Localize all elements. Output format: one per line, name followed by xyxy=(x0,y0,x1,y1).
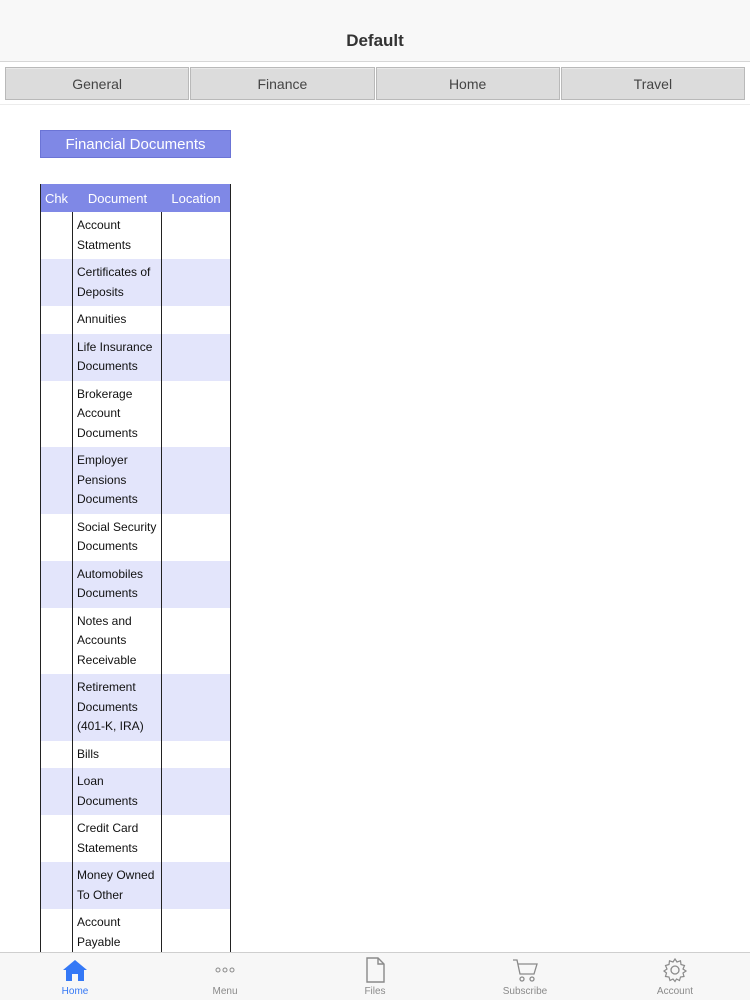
tabbar-menu[interactable]: Menu xyxy=(150,953,300,1000)
table-row: Bills xyxy=(41,740,230,769)
document-cell: Money Owned To Other xyxy=(73,862,162,909)
document-cell: Annuities xyxy=(73,306,162,334)
document-cell: Social Security Documents xyxy=(73,513,162,561)
row-checkbox[interactable] xyxy=(41,674,73,741)
tabbar-account[interactable]: Account xyxy=(600,953,750,1000)
header-location: Location xyxy=(171,190,221,206)
row-checkbox[interactable] xyxy=(41,740,73,768)
navigation-bar: Default xyxy=(0,0,750,62)
header-document: Document xyxy=(87,190,148,206)
document-cell: Life Insurance Documents xyxy=(73,333,162,381)
tab-home[interactable]: Home xyxy=(375,67,560,100)
tab-finance[interactable]: Finance xyxy=(190,67,375,100)
table-row: Life Insurance Documents xyxy=(41,333,230,381)
more-dots-icon xyxy=(211,956,239,984)
location-cell[interactable] xyxy=(162,862,230,909)
documents-table: Chk Document Location Account Statments … xyxy=(40,184,231,952)
location-cell[interactable] xyxy=(162,381,230,448)
location-cell[interactable] xyxy=(162,447,230,514)
table-row: Certificates of Deposits xyxy=(41,259,230,306)
table-row: Money Owned To Other xyxy=(41,862,230,909)
cart-icon xyxy=(511,956,539,984)
document-cell: Notes and Accounts Receivable xyxy=(73,607,162,674)
tabbar-home[interactable]: Home xyxy=(0,953,150,1000)
row-checkbox[interactable] xyxy=(41,259,73,306)
file-icon xyxy=(361,956,389,984)
location-cell[interactable] xyxy=(162,815,230,862)
app-screen: Default General Finance Home Travel Fina… xyxy=(0,0,750,1000)
location-cell[interactable] xyxy=(162,561,230,608)
row-checkbox[interactable] xyxy=(41,862,73,909)
location-cell[interactable] xyxy=(162,514,230,561)
tabbar-label: Account xyxy=(656,986,694,997)
row-checkbox[interactable] xyxy=(41,909,73,952)
location-cell[interactable] xyxy=(162,306,230,334)
bottom-tab-bar: Home Menu Files Subscribe Account xyxy=(0,952,750,1000)
row-checkbox[interactable] xyxy=(41,212,73,259)
table-row: Brokerage Account Documents xyxy=(41,380,230,448)
gear-icon xyxy=(661,956,689,984)
table-row: Social Security Documents xyxy=(41,513,230,561)
location-cell[interactable] xyxy=(162,212,230,259)
table-row: Account Payable xyxy=(41,909,230,952)
table-row: Loan Documents xyxy=(41,768,230,815)
tabbar-files[interactable]: Files xyxy=(300,953,450,1000)
row-checkbox[interactable] xyxy=(41,768,73,815)
tabbar-label: Subscribe xyxy=(502,986,548,997)
document-cell: Employer Pensions Documents xyxy=(73,447,162,514)
document-cell: Account Payable xyxy=(73,909,162,952)
category-segmented-control: General Finance Home Travel xyxy=(5,67,745,100)
home-icon xyxy=(61,956,89,984)
location-cell[interactable] xyxy=(162,674,230,741)
row-checkbox[interactable] xyxy=(41,560,73,608)
table-row: Automobiles Documents xyxy=(41,560,230,608)
row-checkbox[interactable] xyxy=(41,513,73,561)
tabbar-label: Menu xyxy=(212,986,238,997)
page-title: Default xyxy=(346,31,404,50)
tabbar-subscribe[interactable]: Subscribe xyxy=(450,953,600,1000)
location-cell[interactable] xyxy=(162,334,230,381)
document-cell: Automobiles Documents xyxy=(73,560,162,608)
location-cell[interactable] xyxy=(162,909,230,952)
document-cell: Account Statments xyxy=(73,212,162,259)
document-cell: Bills xyxy=(73,740,162,768)
row-checkbox[interactable] xyxy=(41,815,73,862)
document-cell: Brokerage Account Documents xyxy=(73,380,162,447)
location-cell[interactable] xyxy=(162,608,230,675)
document-cell: Credit Card Statements xyxy=(73,815,162,862)
row-checkbox[interactable] xyxy=(41,380,73,447)
table-row: Retirement Documents (401-K, IRA) xyxy=(41,674,230,741)
location-cell[interactable] xyxy=(162,259,230,306)
section-title: Financial Documents xyxy=(40,130,231,158)
divider xyxy=(0,104,750,105)
document-cell: Retirement Documents (401-K, IRA) xyxy=(73,674,162,741)
table-row: Employer Pensions Documents xyxy=(41,447,230,514)
row-checkbox[interactable] xyxy=(41,607,73,674)
tabbar-label: Files xyxy=(364,986,386,997)
row-checkbox[interactable] xyxy=(41,333,73,381)
row-checkbox[interactable] xyxy=(41,306,73,334)
row-checkbox[interactable] xyxy=(41,447,73,514)
document-cell: Certificates of Deposits xyxy=(73,259,162,306)
document-cell: Loan Documents xyxy=(73,768,162,815)
table-header: Chk Document Location xyxy=(41,184,230,212)
table-row: Account Statments xyxy=(41,212,230,259)
location-cell[interactable] xyxy=(162,741,230,769)
table-row: Notes and Accounts Receivable xyxy=(41,607,230,675)
header-chk: Chk xyxy=(41,184,73,212)
tab-general[interactable]: General xyxy=(5,67,190,100)
tab-travel[interactable]: Travel xyxy=(560,67,745,100)
tabbar-label: Home xyxy=(61,986,89,997)
table-row: Credit Card Statements xyxy=(41,815,230,862)
table-row: Annuities xyxy=(41,306,230,334)
location-cell[interactable] xyxy=(162,768,230,815)
